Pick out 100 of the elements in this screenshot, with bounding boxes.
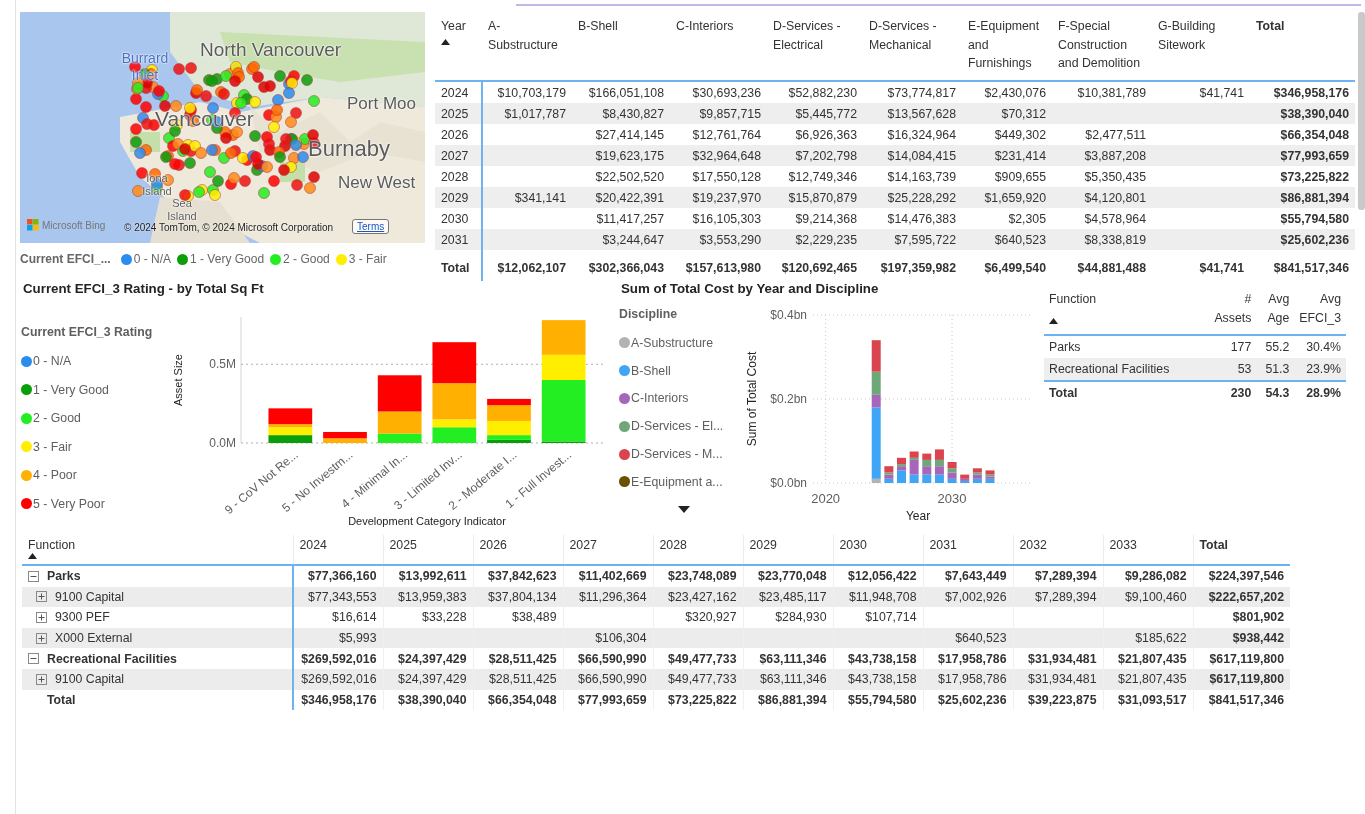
legend-label: 1 - Very Good xyxy=(190,252,265,266)
column-header[interactable]: Avg Age xyxy=(1256,290,1295,335)
column-header[interactable]: 2027 xyxy=(563,535,653,565)
column-header[interactable]: 2028 xyxy=(653,535,743,565)
table-cell: $2,477,511 xyxy=(1052,124,1152,145)
column-header[interactable]: Function xyxy=(1044,290,1209,335)
column-header[interactable]: Year xyxy=(435,12,482,81)
x-axis-title: Development Category Indicator xyxy=(348,515,506,527)
table-cell: $23,748,089 xyxy=(653,565,743,587)
column-header[interactable]: Function xyxy=(22,535,293,565)
table-cell: $32,964,648 xyxy=(670,145,767,166)
table-cell: $938,442 xyxy=(1193,627,1290,649)
column-header[interactable]: 2026 xyxy=(473,535,563,565)
table-cell: $77,366,160 xyxy=(293,565,383,587)
table-cell: $23,427,162 xyxy=(653,586,743,608)
column-header[interactable]: Avg EFCI_3 xyxy=(1294,290,1346,335)
sort-ascending-icon[interactable] xyxy=(1049,317,1058,324)
table-cell: $617,119,800 xyxy=(1193,648,1290,669)
table-cell: $39,223,875 xyxy=(1013,689,1103,711)
row-header: 9100 Capital xyxy=(55,672,125,687)
terms-link[interactable]: Terms xyxy=(352,219,390,234)
legend-label: 5 - Very Poor xyxy=(33,496,105,511)
table-cell: $8,430,827 xyxy=(572,103,670,124)
sort-ascending-icon[interactable] xyxy=(28,553,37,559)
sort-ascending-icon[interactable] xyxy=(441,38,450,45)
column-header[interactable]: 2031 xyxy=(923,535,1013,565)
table-cell: $38,489 xyxy=(473,607,563,628)
axis-tick-label: 0.0M xyxy=(209,436,236,450)
expand-icon[interactable] xyxy=(36,591,47,603)
column-header[interactable]: # Assets xyxy=(1208,290,1257,335)
table-cell: $22,502,520 xyxy=(572,166,670,187)
expand-icon[interactable] xyxy=(36,612,47,623)
table-cell: $640,523 xyxy=(923,627,1013,649)
axis-tick-label: $0.2bn xyxy=(770,392,807,406)
column-header[interactable]: F-Special Construction and Demolition xyxy=(1052,12,1152,81)
column-header[interactable]: Total xyxy=(1193,535,1290,565)
total-cell: 54.3 xyxy=(1256,380,1295,404)
column-header[interactable]: A-Substructure xyxy=(482,12,572,81)
table-cell: $21,807,435 xyxy=(1103,668,1193,690)
column-header[interactable]: 2025 xyxy=(383,535,473,565)
table-cell: $73,225,822 xyxy=(1250,166,1355,187)
table-cell: $341,141 xyxy=(482,187,572,208)
expand-icon[interactable] xyxy=(36,673,47,685)
table-cell: $231,414 xyxy=(962,145,1052,166)
table-cell: $38,390,040 xyxy=(383,689,473,711)
table-cell: $31,934,481 xyxy=(1013,668,1103,690)
total-cell: $41,741 xyxy=(1152,250,1250,281)
table-cell: $3,553,290 xyxy=(670,229,767,250)
scrollbar[interactable] xyxy=(1358,12,1365,210)
axis-tick-label: $0.4bn xyxy=(770,308,807,322)
map-label: Burrard Inlet xyxy=(120,50,170,84)
table-cell: $14,476,383 xyxy=(863,208,962,229)
legend-label: A-Substructure xyxy=(631,335,713,350)
table-cell: $21,807,435 xyxy=(1103,648,1193,669)
column-header[interactable]: 2032 xyxy=(1013,535,1103,565)
table-cell: $19,237,970 xyxy=(670,187,767,208)
table-cell: $66,354,048 xyxy=(473,689,563,711)
scroll-down-arrow-icon[interactable] xyxy=(678,505,690,513)
row-header: 9300 PEF xyxy=(55,610,110,625)
column-header[interactable]: 2033 xyxy=(1103,535,1193,565)
collapse-icon[interactable] xyxy=(28,570,39,582)
table-cell: $66,590,990 xyxy=(563,668,653,690)
table-cell: $2,229,235 xyxy=(767,229,863,250)
total-cell: 230 xyxy=(1208,380,1257,404)
column-header[interactable]: C-Interiors xyxy=(670,12,767,81)
row-header: Parks xyxy=(47,569,81,584)
table-cell: $11,417,257 xyxy=(572,208,670,229)
table-cell: $37,842,623 xyxy=(473,565,563,587)
column-header[interactable]: 2024 xyxy=(293,535,383,565)
table-cell: $10,381,789 xyxy=(1052,81,1152,103)
collapse-icon[interactable] xyxy=(28,653,39,665)
table-cell: $14,084,415 xyxy=(863,145,962,166)
table-cell: $7,289,394 xyxy=(1013,565,1103,587)
table-cell: $1,017,787 xyxy=(482,103,572,124)
table-cell: $11,948,708 xyxy=(833,586,923,608)
table-cell: $15,870,879 xyxy=(767,187,863,208)
legend-label: 3 - Fair xyxy=(348,252,387,266)
bar-segment xyxy=(871,340,881,372)
table-cell: $107,714 xyxy=(833,607,923,628)
column-header[interactable]: B-Shell xyxy=(572,12,670,81)
table-cell: $77,343,553 xyxy=(293,586,383,608)
table-cell: $24,397,429 xyxy=(383,648,473,669)
column-header[interactable]: 2030 xyxy=(833,535,923,565)
column-header[interactable]: D-Services - Electrical xyxy=(767,12,863,81)
column-header[interactable]: Total xyxy=(1250,12,1355,81)
legend-title: Discipline xyxy=(619,307,679,321)
table-cell: $31,093,517 xyxy=(1103,689,1193,711)
expand-icon[interactable] xyxy=(36,632,47,644)
total-cell: $302,366,043 xyxy=(572,250,670,281)
table-cell: $86,881,394 xyxy=(743,689,833,711)
column-header[interactable]: G-Building Sitework xyxy=(1152,12,1250,81)
table-cell: $7,202,798 xyxy=(767,145,863,166)
column-header[interactable]: E-Equipment and Furnishings xyxy=(962,12,1052,81)
table-cell: $3,887,208 xyxy=(1052,145,1152,166)
table-cell: $346,958,176 xyxy=(1250,81,1355,103)
table-cell: $5,993 xyxy=(293,627,383,649)
column-header[interactable]: D-Services - Mechanical xyxy=(863,12,962,81)
column-header[interactable]: 2029 xyxy=(743,535,833,565)
table-cell: 23.9% xyxy=(1294,357,1346,381)
table-cell: $320,927 xyxy=(653,607,743,628)
